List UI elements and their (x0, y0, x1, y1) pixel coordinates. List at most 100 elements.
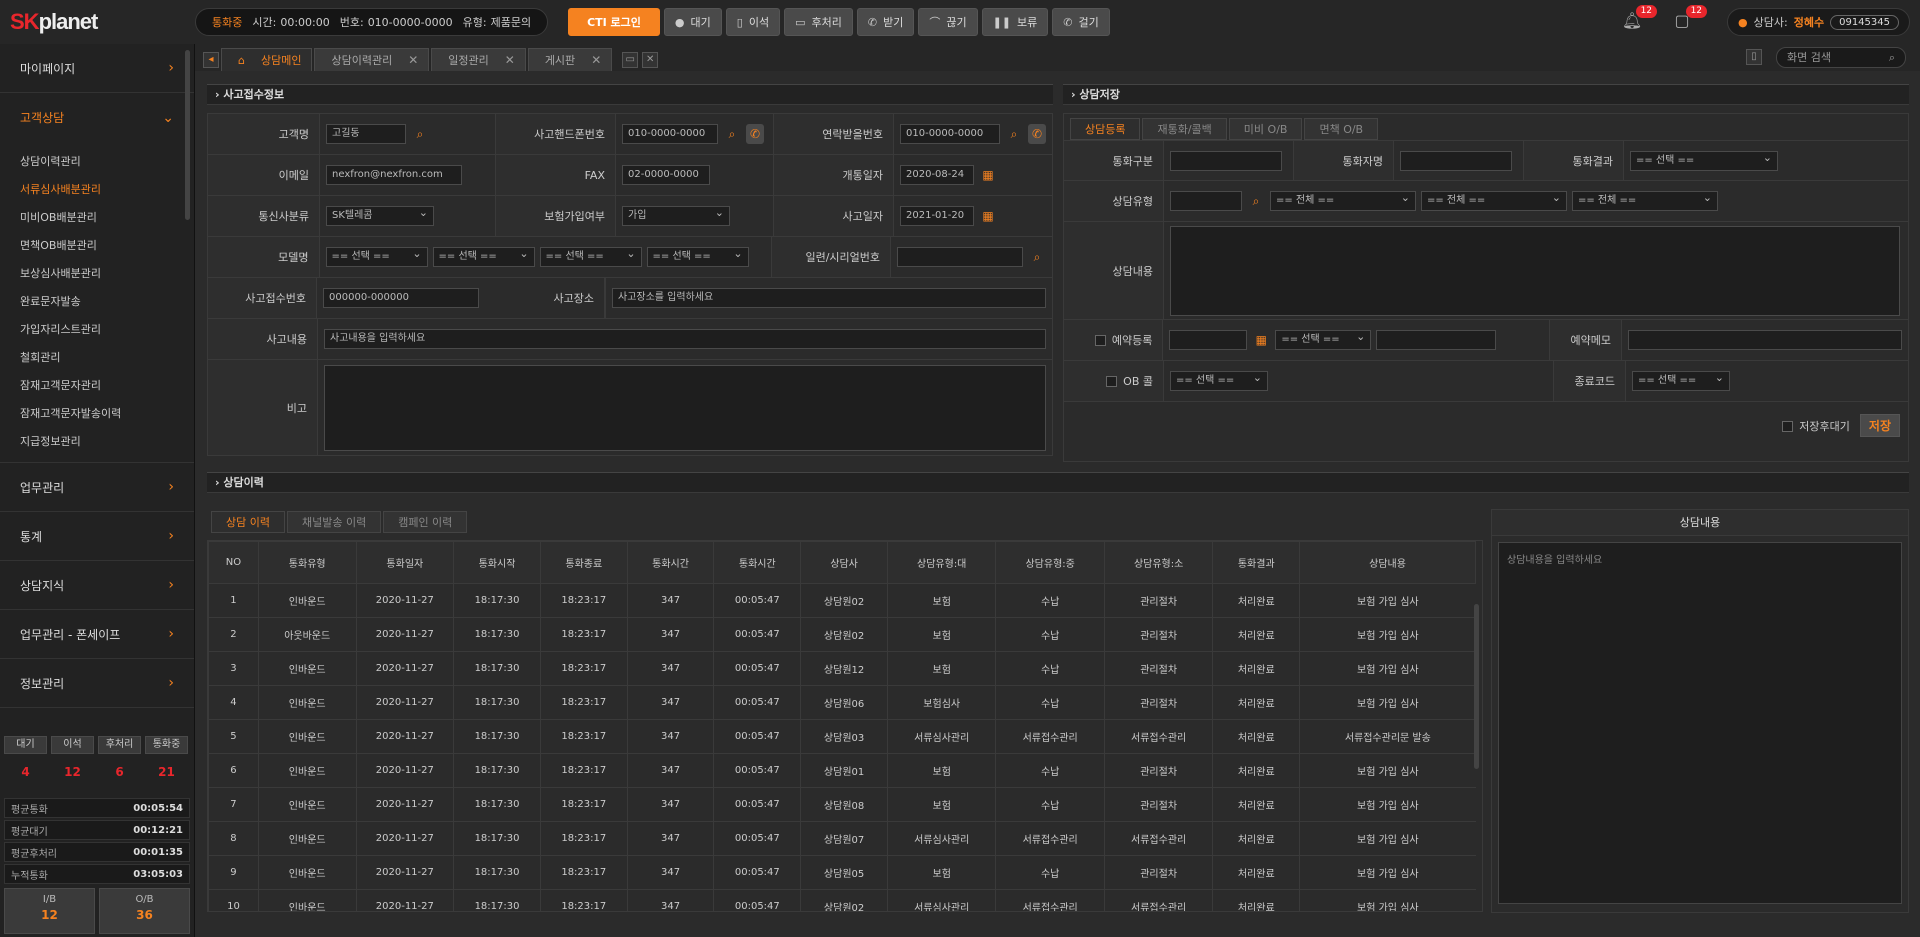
search-icon[interactable]: ⌕ (1005, 124, 1023, 144)
tab-consult-register[interactable]: 상담등록 (1070, 118, 1141, 140)
menu-stats[interactable]: 통계 › (0, 512, 194, 561)
close-all-icon[interactable]: ✕ (642, 52, 659, 68)
sub-item[interactable]: 가입자리스트관리 (0, 316, 194, 344)
menu-work[interactable]: 업무관리 › (0, 463, 194, 512)
accident-phone-input[interactable]: 010-0000-0000 (622, 124, 718, 144)
email-input[interactable]: nexfron@nexfron.com (326, 165, 462, 185)
column-header[interactable]: 상담유형:대 (886, 541, 997, 584)
column-header[interactable]: 통화시간 (626, 541, 715, 584)
close-icon[interactable]: ✕ (408, 53, 418, 67)
insurance-select[interactable]: 가입 (622, 204, 730, 226)
table-row[interactable]: 8 인바운드 2020-11-27 18:17:30 18:23:17 347 00:05:… (208, 821, 1476, 856)
close-icon[interactable]: ✕ (505, 53, 515, 67)
model-select-2[interactable]: == 선택 == (432, 245, 535, 267)
sub-item[interactable]: 완료문자발송 (0, 288, 194, 316)
history-scrollbar[interactable] (1474, 604, 1479, 769)
tab-schedule[interactable]: 일정관리 ✕ (431, 48, 526, 71)
caller-name-input[interactable] (1400, 150, 1512, 171)
column-header[interactable]: NO (208, 541, 259, 584)
table-row[interactable]: 9 인바운드 2020-11-27 18:17:30 18:23:17 347 00:05:… (208, 855, 1476, 890)
sub-item[interactable]: 상담이력관리 (0, 148, 194, 176)
sub-item[interactable]: 보상심사배분관리 (0, 260, 194, 288)
column-header[interactable]: 통화시작 (453, 541, 541, 584)
consult-type-select-2[interactable]: == 전체 == (1421, 189, 1567, 211)
consult-type-select-3[interactable]: == 전체 == (1572, 189, 1718, 211)
reserve-checkbox[interactable] (1094, 334, 1106, 346)
consult-type-select-1[interactable]: == 전체 == (1270, 189, 1416, 211)
bookmark-icon[interactable]: ▭ (622, 52, 639, 68)
sub-item[interactable]: 잠재고객문자발송이력 (0, 400, 194, 428)
accident-content-input[interactable]: 사고내용을 입력하세요 (324, 329, 1046, 349)
sub-item[interactable]: 면책OB배분관리 (0, 232, 194, 260)
menu-knowledge[interactable]: 상담지식 › (0, 561, 194, 610)
accident-no-input[interactable]: 000000-000000 (323, 288, 480, 308)
table-row[interactable]: 3 인바운드 2020-11-27 18:17:30 18:23:17 347 00:05:… (208, 651, 1476, 686)
column-header[interactable]: 통화일자 (355, 541, 455, 584)
serial-input[interactable] (897, 247, 1023, 267)
dial-button[interactable]: ✆ 걸기 (1052, 8, 1110, 36)
sub-item[interactable]: 지급정보관리 (0, 428, 194, 456)
contact-phone-input[interactable]: 010-0000-0000 (900, 124, 1000, 144)
after-work-button[interactable]: ▭ 후처리 (784, 8, 853, 36)
cti-login-button[interactable]: CTI 로그인 (568, 8, 660, 36)
reserve-memo-input[interactable] (1628, 330, 1902, 350)
search-icon[interactable]: ⌕ (1028, 247, 1046, 267)
away-button[interactable]: ▯ 이석 (725, 8, 781, 36)
tab-missing-ob[interactable]: 미비 O/B (1228, 118, 1303, 140)
search-icon[interactable]: ⌕ (411, 124, 429, 144)
tab-main[interactable]: ⌂ 상담메인 (221, 48, 313, 71)
column-header[interactable]: 통화결과 (1212, 541, 1301, 584)
sidebar-scrollbar[interactable] (185, 50, 190, 220)
hangup-button[interactable]: ⌒ 끊기 (918, 8, 978, 36)
message-icon[interactable]: ▢ 12 (1671, 5, 1708, 33)
collapse-sidebar-button[interactable]: ◂ (203, 52, 219, 68)
calendar-icon[interactable]: ▦ (979, 165, 997, 185)
call-type-input[interactable] (1170, 150, 1282, 171)
phone-icon[interactable]: ✆ (1028, 124, 1046, 144)
end-code-select[interactable]: == 선택 == (1632, 369, 1730, 391)
reserve-time-select[interactable]: == 선택 == (1275, 328, 1372, 350)
menu-info[interactable]: 정보관리 › (0, 659, 194, 708)
tab-history[interactable]: 상담이력관리 ✕ (314, 48, 430, 71)
consult-type-input[interactable] (1170, 191, 1242, 211)
reserve-extra-input[interactable] (1376, 330, 1497, 350)
column-header[interactable]: 통화시간 (713, 541, 802, 584)
wait-button[interactable]: ● 대기 (663, 8, 722, 36)
tablet-icon[interactable]: ▯ (1746, 49, 1762, 65)
open-date-input[interactable]: 2020-08-24 (900, 165, 974, 185)
tab-exempt-ob[interactable]: 면책 O/B (1304, 118, 1379, 140)
column-header[interactable]: 통화유형 (257, 541, 357, 584)
table-row[interactable]: 5 인바운드 2020-11-27 18:17:30 18:23:17 347 00:05:… (208, 719, 1476, 754)
agent-info[interactable]: ● 상담사: 정혜수 09145345 (1727, 8, 1910, 36)
search-icon[interactable]: ⌕ (723, 124, 741, 144)
menu-customer-consult[interactable]: 고객상담 ⌄ (0, 93, 194, 142)
search-icon[interactable]: ⌕ (1247, 191, 1265, 211)
tab-board[interactable]: 게시판 ✕ (527, 48, 613, 71)
column-header[interactable]: 상담유형:중 (995, 541, 1105, 584)
model-select-1[interactable]: == 선택 == (325, 245, 428, 267)
table-row[interactable]: 10 인바운드 2020-11-27 18:17:30 18:23:17 347 00:05… (208, 889, 1476, 911)
menu-work-phonesafe[interactable]: 업무관리 - 폰세이프 › (0, 610, 194, 659)
model-select-3[interactable]: == 선택 == (539, 245, 642, 267)
wait-after-save-checkbox[interactable] (1782, 421, 1794, 432)
phone-icon[interactable]: ✆ (746, 124, 764, 144)
receive-button[interactable]: ✆ 받기 (856, 8, 915, 36)
carrier-select[interactable]: SK텔레콤 (326, 204, 434, 226)
column-header[interactable]: 상담유형:소 (1103, 541, 1214, 584)
column-header[interactable]: 통화종료 (539, 541, 628, 584)
save-button[interactable]: 저장 (1859, 414, 1900, 437)
memo-textarea[interactable] (324, 364, 1046, 451)
sub-item[interactable]: 미비OB배분관리 (0, 204, 194, 232)
customer-name-input[interactable]: 고길동 (326, 124, 406, 144)
sub-item[interactable]: 잠재고객문자관리 (0, 372, 194, 400)
sub-item[interactable]: 서류심사배분관리 (0, 176, 194, 204)
calendar-icon[interactable]: ▦ (1252, 330, 1270, 350)
sub-item[interactable]: 철회관리 (0, 344, 194, 372)
table-row[interactable]: 7 인바운드 2020-11-27 18:17:30 18:23:17 347 00:05:… (208, 787, 1476, 822)
tab-recall[interactable]: 재통화/콜백 (1142, 118, 1227, 140)
accident-date-input[interactable]: 2021-01-20 (900, 206, 974, 226)
bell-icon[interactable]: 🔔︎ 12 (1621, 5, 1658, 33)
column-header[interactable]: 상담사 (800, 541, 888, 584)
column-header[interactable]: 상담내용 (1299, 541, 1476, 584)
call-result-select[interactable]: == 선택 == (1630, 149, 1778, 171)
